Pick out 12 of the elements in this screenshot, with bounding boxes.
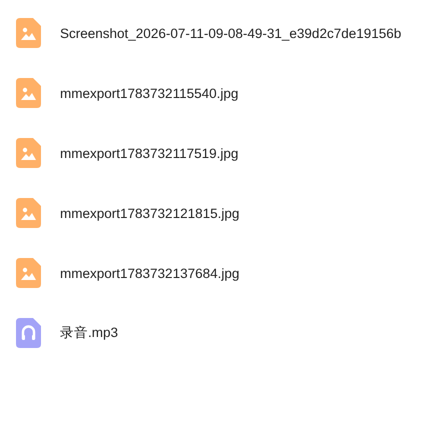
image-file-icon (16, 18, 41, 48)
image-file-icon (16, 138, 41, 168)
image-file-icon (16, 198, 41, 228)
file-name[interactable]: mmexport1783732137684.jpg (60, 266, 240, 280)
image-file-icon (16, 258, 41, 288)
image-file-icon (16, 78, 41, 108)
file-name[interactable]: mmexport1783732115540.jpg (60, 86, 238, 100)
file-name[interactable]: mmexport1783732117519.jpg (60, 146, 238, 160)
headphones-file-icon (16, 318, 41, 348)
file-name[interactable]: 录音.mp3 (60, 324, 118, 342)
file-name[interactable]: Screenshot_2026-07-11-09-08-49-31_e39d2c7de19156b (60, 26, 402, 40)
file-name[interactable]: mmexport1783732121815.jpg (60, 206, 240, 220)
